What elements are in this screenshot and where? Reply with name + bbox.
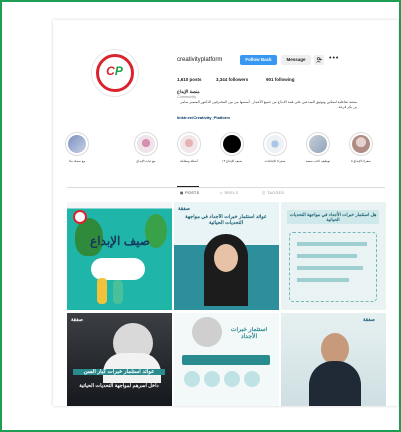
tab-posts[interactable]: ▦ POSTS bbox=[180, 191, 199, 195]
post-tile[interactable]: صيف الإبداع bbox=[67, 202, 172, 310]
profile-bio: منصة تفاعلية لتمكين وتوثيق المبدعين على … bbox=[180, 100, 357, 109]
highlight-item[interactable]: ضيف الإبداع ١٣ bbox=[218, 132, 246, 163]
highlight-item[interactable]: توظيف كتاب سعيد bbox=[304, 132, 332, 163]
post-tile[interactable]: هل استثمار خبرات الأجداد في مواجهة التحد… bbox=[281, 202, 386, 310]
speech-bubble bbox=[91, 258, 145, 280]
infographic-line bbox=[297, 254, 357, 258]
person-face bbox=[214, 244, 238, 272]
following-count[interactable]: 901 following bbox=[266, 77, 295, 82]
tabs-divider bbox=[67, 187, 385, 188]
child-figure bbox=[113, 280, 123, 304]
highlight-cover bbox=[68, 135, 86, 153]
person-body bbox=[103, 353, 161, 383]
post-title: استثمار خبرات الأجداد bbox=[230, 327, 268, 340]
highlight-label: توظيف كتاب سعيد bbox=[305, 159, 331, 163]
highlight-cover bbox=[223, 135, 241, 153]
tab-reels[interactable]: ▷ REELS bbox=[220, 191, 238, 195]
person-head bbox=[192, 317, 222, 347]
highlight-label: مع ثبات الإبداع bbox=[136, 159, 156, 163]
post-caption: هل استثمار خبرات الأجداد في مواجهة التحد… bbox=[287, 210, 379, 224]
highlight-cover bbox=[352, 135, 370, 153]
follow-back-button[interactable]: Follow Back bbox=[240, 55, 277, 65]
logo-wordmark: CP bbox=[106, 64, 123, 78]
post-subcaption: داخل اسرهم لمواجهة التحديات الحياتية bbox=[79, 383, 159, 389]
more-icon[interactable]: ••• bbox=[329, 55, 339, 62]
stat-circle bbox=[184, 371, 200, 387]
post-tile[interactable]: استثمار خبرات الأجداد bbox=[174, 313, 279, 406]
logo-mini-icon bbox=[73, 210, 87, 224]
post-brand: صفقة bbox=[363, 317, 375, 323]
highlight-label: مع سمك ماء bbox=[68, 159, 86, 163]
highlight-item[interactable]: مع سمك ماء bbox=[63, 132, 91, 163]
followers-count[interactable]: 3,344 followers bbox=[216, 77, 248, 82]
highlight-item[interactable]: أسئلة ومقابلة bbox=[175, 132, 203, 163]
highlight-cover bbox=[309, 135, 327, 153]
posts-count: 1,610 posts bbox=[177, 77, 202, 82]
stat-circle bbox=[244, 371, 260, 387]
highlight-item[interactable]: سفراء الإبداع ٥ bbox=[347, 132, 375, 163]
highlight-cover bbox=[137, 135, 155, 153]
highlight-label: سفراء الإبداع ٥ bbox=[351, 159, 371, 163]
profile-category: Community bbox=[177, 95, 197, 99]
post-brand: صفقة bbox=[71, 317, 83, 323]
info-banner bbox=[182, 355, 270, 365]
stat-circle bbox=[224, 371, 240, 387]
profile-avatar[interactable]: CP bbox=[91, 49, 139, 97]
person-body bbox=[309, 361, 361, 406]
post-brand: صفقة bbox=[178, 206, 190, 212]
instagram-profile-card: CP creativityplatform Follow Back Messag… bbox=[53, 20, 398, 406]
child-figure bbox=[97, 278, 107, 304]
post-tile[interactable]: صفقة عوائد استثمار خبرات الأجداد في مواج… bbox=[174, 202, 279, 310]
post-caption: عوائد استثمار خبرات كبار السن bbox=[73, 369, 165, 375]
active-tab-indicator bbox=[177, 186, 199, 187]
highlight-label: ضيف الإبداع ١٣ bbox=[221, 159, 243, 163]
infographic-line bbox=[297, 242, 367, 246]
post-tile[interactable]: صفقة bbox=[281, 313, 386, 406]
post-caption: عوائد استثمار خبرات الأجداد في مواجهة ال… bbox=[185, 214, 267, 226]
highlight-label: سفراء الإنتاجات bbox=[264, 159, 286, 163]
profile-link[interactable]: linktr.ee/Creativity_Platform bbox=[177, 115, 230, 120]
highlight-item[interactable]: مع ثبات الإبداع bbox=[132, 132, 160, 163]
message-button[interactable]: Message bbox=[281, 55, 311, 65]
highlight-cover bbox=[180, 135, 198, 153]
tab-tagged[interactable]: ◫ TAGGED bbox=[262, 191, 284, 195]
highlight-label: أسئلة ومقابلة bbox=[180, 159, 198, 163]
highlight-cover bbox=[266, 135, 284, 153]
post-title: صيف الإبداع bbox=[90, 234, 150, 248]
infographic-line bbox=[297, 278, 349, 282]
post-tile[interactable]: صفقة عوائد استثمار خبرات كبار السن داخل … bbox=[67, 313, 172, 406]
infographic-line bbox=[297, 266, 363, 270]
profile-username: creativityplatform bbox=[177, 57, 223, 63]
stat-circle bbox=[204, 371, 220, 387]
highlight-item[interactable]: سفراء الإنتاجات bbox=[261, 132, 289, 163]
add-user-icon[interactable] bbox=[314, 55, 324, 65]
